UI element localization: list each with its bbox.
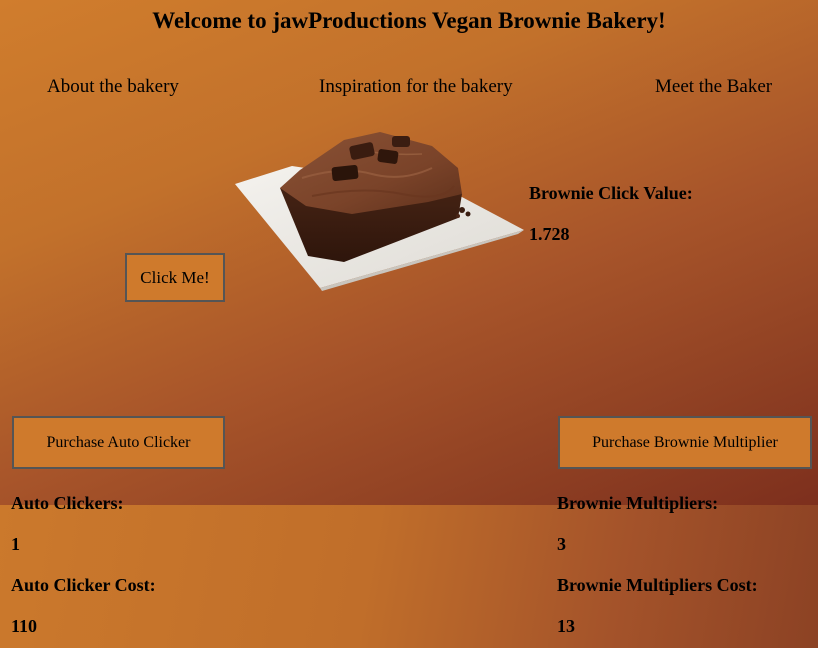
nav-link-about[interactable]: About the bakery <box>47 76 179 98</box>
auto-clicker-cost-label: Auto Clicker Cost: <box>11 575 156 595</box>
click-me-button[interactable]: Click Me! <box>125 253 225 302</box>
brownie-click-value-label: Brownie Click Value: <box>529 183 693 203</box>
brownie-click-value: 1.728 <box>529 224 570 244</box>
brownie-multipliers-cost-label: Brownie Multipliers Cost: <box>557 575 758 595</box>
brownie-image[interactable] <box>232 126 528 292</box>
auto-clicker-cost: 110 <box>11 616 38 636</box>
auto-clickers-label: Auto Clickers: <box>11 493 124 513</box>
brownie-multipliers-cost: 13 <box>557 616 575 636</box>
purchase-brownie-multiplier-button[interactable]: Purchase Brownie Multiplier <box>558 416 812 469</box>
nav-link-inspiration[interactable]: Inspiration for the bakery <box>319 76 513 98</box>
nav-link-meet-the-baker[interactable]: Meet the Baker <box>655 76 772 98</box>
brownie-multipliers-count: 3 <box>557 534 566 554</box>
purchase-auto-clicker-button[interactable]: Purchase Auto Clicker <box>12 416 225 469</box>
page-title: Welcome to jawProductions Vegan Brownie … <box>152 8 666 33</box>
brownie-multipliers-label: Brownie Multipliers: <box>557 493 719 513</box>
auto-clickers-count: 1 <box>11 534 20 554</box>
